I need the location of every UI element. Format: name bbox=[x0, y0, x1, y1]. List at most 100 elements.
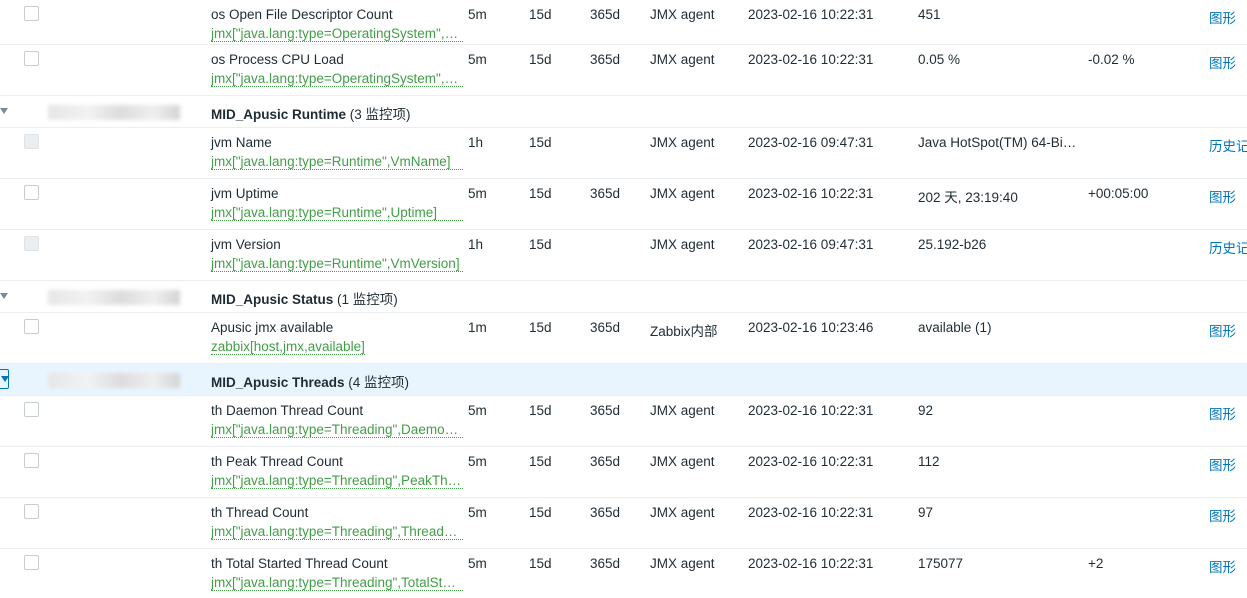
item-history: 15d bbox=[529, 135, 552, 150]
item-last-value: 25.192-b26 bbox=[918, 237, 987, 252]
item-interval: 1h bbox=[468, 135, 484, 150]
item-history: 15d bbox=[529, 505, 552, 520]
item-last-value: 97 bbox=[918, 505, 934, 520]
item-history: 15d bbox=[529, 186, 552, 201]
item-action-link[interactable]: 历史记录 bbox=[1209, 237, 1247, 257]
item-history: 15d bbox=[529, 556, 552, 571]
item-action-link[interactable]: 图形 bbox=[1209, 505, 1236, 525]
item-action-link[interactable]: 图形 bbox=[1209, 403, 1236, 423]
item-last-check: 2023-02-16 10:22:31 bbox=[748, 556, 874, 571]
table-row: jvm Version 1h 15d JMX agent 2023-02-16 09:4… bbox=[0, 230, 1247, 281]
item-type: Zabbix内部 bbox=[650, 324, 718, 339]
item-last-check: 2023-02-16 10:22:31 bbox=[748, 186, 874, 201]
item-key[interactable]: jmx["java.lang:type=Threading",ThreadCou… bbox=[211, 524, 463, 540]
item-key[interactable]: jmx["java.lang:type=Threading",PeakThrea… bbox=[211, 473, 463, 489]
item-change: -0.02 % bbox=[1088, 52, 1135, 67]
item-last-check: 2023-02-16 10:22:31 bbox=[748, 7, 874, 22]
row-checkbox[interactable] bbox=[24, 453, 39, 468]
item-action-link[interactable]: 图形 bbox=[1209, 7, 1236, 27]
item-key[interactable]: jmx["java.lang:type=Runtime",Uptime] bbox=[211, 205, 463, 221]
row-checkbox[interactable] bbox=[24, 51, 39, 66]
item-history: 15d bbox=[529, 237, 552, 252]
row-checkbox[interactable] bbox=[24, 319, 39, 334]
item-name: th Peak Thread Count bbox=[211, 454, 343, 469]
item-last-value: available (1) bbox=[918, 320, 992, 335]
group-item-count: (4 监控项) bbox=[348, 375, 410, 390]
item-trends: 365d bbox=[590, 186, 621, 201]
item-last-check: 2023-02-16 09:47:31 bbox=[748, 237, 874, 252]
item-trends: 365d bbox=[590, 556, 621, 571]
item-key[interactable]: zabbix[host,jmx,available] bbox=[211, 339, 365, 355]
item-last-value: 175077 bbox=[918, 556, 964, 571]
item-type: JMX agent bbox=[650, 237, 715, 252]
row-checkbox bbox=[24, 134, 39, 149]
item-last-check: 2023-02-16 10:22:31 bbox=[748, 505, 874, 520]
item-action-link[interactable]: 图形 bbox=[1209, 454, 1236, 474]
row-checkbox[interactable] bbox=[24, 402, 39, 417]
item-trends: 365d bbox=[590, 454, 621, 469]
item-type: JMX agent bbox=[650, 186, 715, 201]
item-last-check: 2023-02-16 10:22:31 bbox=[748, 403, 874, 418]
item-type: JMX agent bbox=[650, 505, 715, 520]
item-key[interactable]: jmx["java.lang:type=Runtime",VmVersion] bbox=[211, 256, 463, 272]
item-last-check: 2023-02-16 10:22:31 bbox=[748, 454, 874, 469]
row-checkbox[interactable] bbox=[24, 555, 39, 570]
row-checkbox[interactable] bbox=[24, 504, 39, 519]
item-last-value: 0.05 % bbox=[918, 52, 961, 67]
item-action-link[interactable]: 历史记录 bbox=[1209, 135, 1247, 155]
item-trends: 365d bbox=[590, 320, 621, 335]
item-key[interactable]: jmx["java.lang:type=Threading",DaemonThr… bbox=[211, 422, 463, 438]
item-last-value: 92 bbox=[918, 403, 934, 418]
item-type: JMX agent bbox=[650, 135, 715, 150]
item-group-row: MID_Apusic Runtime (3 监控项) bbox=[0, 96, 1247, 128]
item-interval: 5m bbox=[468, 7, 487, 22]
item-key[interactable]: jmx["java.lang:type=Threading",TotalStar… bbox=[211, 575, 463, 591]
item-action-link[interactable]: 图形 bbox=[1209, 556, 1236, 576]
item-name: Apusic jmx available bbox=[211, 320, 334, 335]
item-interval: 1m bbox=[468, 320, 487, 335]
item-key[interactable]: jmx["java.lang:type=OperatingSystem",Pro… bbox=[211, 71, 463, 87]
table-row: os Process CPU Load 5m 15d 365d JMX agent 202… bbox=[0, 45, 1247, 96]
item-name: th Total Started Thread Count bbox=[211, 556, 388, 571]
item-type: JMX agent bbox=[650, 7, 715, 22]
row-checkbox[interactable] bbox=[24, 6, 39, 21]
item-action-link[interactable]: 图形 bbox=[1209, 320, 1236, 340]
collapse-toggle-icon[interactable] bbox=[0, 293, 8, 299]
item-name: jvm Name bbox=[211, 135, 272, 150]
item-name: os Open File Descriptor Count bbox=[211, 7, 393, 22]
item-interval: 5m bbox=[468, 403, 487, 418]
group-name-text: MID_Apusic Runtime bbox=[211, 107, 347, 122]
table-row: jvm Uptime 5m 15d 365d JMX agent 2023-02-16 1… bbox=[0, 179, 1247, 230]
item-change: +2 bbox=[1088, 556, 1104, 571]
item-key[interactable]: jmx["java.lang:type=OperatingSystem",Ope… bbox=[211, 26, 463, 42]
table-row: th Daemon Thread Count 5m 15d 365d JMX agent… bbox=[0, 396, 1247, 447]
collapse-toggle-icon[interactable] bbox=[0, 108, 8, 114]
item-history: 15d bbox=[529, 52, 552, 67]
item-interval: 5m bbox=[468, 186, 487, 201]
item-type: JMX agent bbox=[650, 52, 715, 67]
item-interval: 5m bbox=[468, 454, 487, 469]
collapse-toggle-icon[interactable] bbox=[1, 376, 9, 382]
item-key[interactable]: jmx["java.lang:type=Runtime",VmName] bbox=[211, 154, 463, 170]
item-trends: 365d bbox=[590, 505, 621, 520]
item-last-check: 2023-02-16 10:22:31 bbox=[748, 52, 874, 67]
item-name: th Thread Count bbox=[211, 505, 309, 520]
item-last-value: 202 天, 23:19:40 bbox=[918, 190, 1018, 205]
item-interval: 5m bbox=[468, 556, 487, 571]
item-last-check: 2023-02-16 09:47:31 bbox=[748, 135, 874, 150]
table-row: th Total Started Thread Count 5m 15d 365d JM… bbox=[0, 549, 1247, 598]
item-history: 15d bbox=[529, 320, 552, 335]
host-name-redacted bbox=[48, 105, 180, 120]
item-type: JMX agent bbox=[650, 556, 715, 571]
item-last-value: Java HotSpot(TM) 64-Bit Server VM bbox=[918, 135, 1078, 150]
table-row: Apusic jmx available 1m 15d 365d Zabbix内部 202… bbox=[0, 313, 1247, 364]
item-history: 15d bbox=[529, 403, 552, 418]
group-item-count: (3 监控项) bbox=[349, 107, 411, 122]
table-row: jvm Name 1h 15d JMX agent 2023-02-16 09:47:3… bbox=[0, 128, 1247, 179]
item-action-link[interactable]: 图形 bbox=[1209, 186, 1236, 206]
item-action-link[interactable]: 图形 bbox=[1209, 52, 1236, 72]
item-history: 15d bbox=[529, 7, 552, 22]
group-name: MID_Apusic Runtime (3 监控项) bbox=[211, 103, 411, 123]
row-checkbox[interactable] bbox=[24, 185, 39, 200]
item-last-value: 451 bbox=[918, 7, 941, 22]
